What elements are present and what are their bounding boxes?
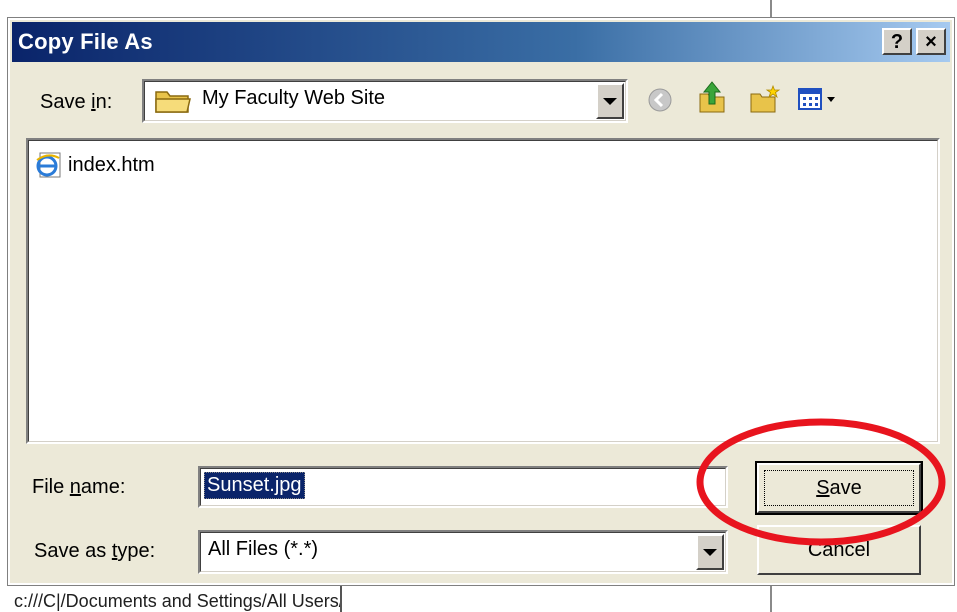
- chevron-down-icon: [603, 97, 617, 105]
- up-folder-icon[interactable]: [695, 80, 729, 114]
- back-icon[interactable]: [643, 83, 677, 117]
- save-in-value: My Faculty Web Site: [202, 87, 386, 109]
- view-menu-icon[interactable]: [794, 82, 844, 116]
- save-as-type-value: All Files (*.*): [208, 538, 319, 560]
- save-button[interactable]: Save: [755, 461, 923, 515]
- list-item[interactable]: index.htm: [34, 150, 155, 180]
- file-name-input[interactable]: Sunset.jpg: [198, 466, 728, 508]
- chevron-down-icon: [703, 548, 717, 556]
- file-name-label: index.htm: [68, 153, 155, 176]
- new-folder-icon[interactable]: [748, 82, 782, 116]
- file-list[interactable]: index.htm: [26, 138, 940, 444]
- background-path-text: c:///C|/Documents and Settings/All Users…: [12, 586, 342, 612]
- folder-icon: [155, 91, 191, 113]
- close-button[interactable]: ×: [916, 28, 946, 55]
- ie-document-icon: [36, 152, 61, 178]
- copy-file-as-dialog: Copy File As ? × Save in: My Faculty Web…: [7, 17, 955, 586]
- screen: c:///C|/Documents and Settings/All Users…: [0, 0, 957, 612]
- file-name-label: File name:: [32, 476, 126, 498]
- save-in-label: Save in:: [40, 91, 113, 113]
- title-bar[interactable]: Copy File As ? ×: [12, 22, 950, 62]
- dialog-title: Copy File As: [18, 29, 153, 54]
- save-in-dropdown[interactable]: My Faculty Web Site: [142, 79, 628, 123]
- help-button[interactable]: ?: [882, 28, 912, 55]
- save-as-type-dropdown[interactable]: All Files (*.*): [198, 530, 728, 574]
- save-as-type-label: Save as type:: [34, 540, 156, 562]
- save-in-dropdown-arrow[interactable]: [596, 83, 624, 119]
- file-name-value: Sunset.jpg: [204, 472, 305, 499]
- cancel-button[interactable]: Cancel: [757, 525, 921, 575]
- save-as-type-dropdown-arrow[interactable]: [696, 534, 724, 570]
